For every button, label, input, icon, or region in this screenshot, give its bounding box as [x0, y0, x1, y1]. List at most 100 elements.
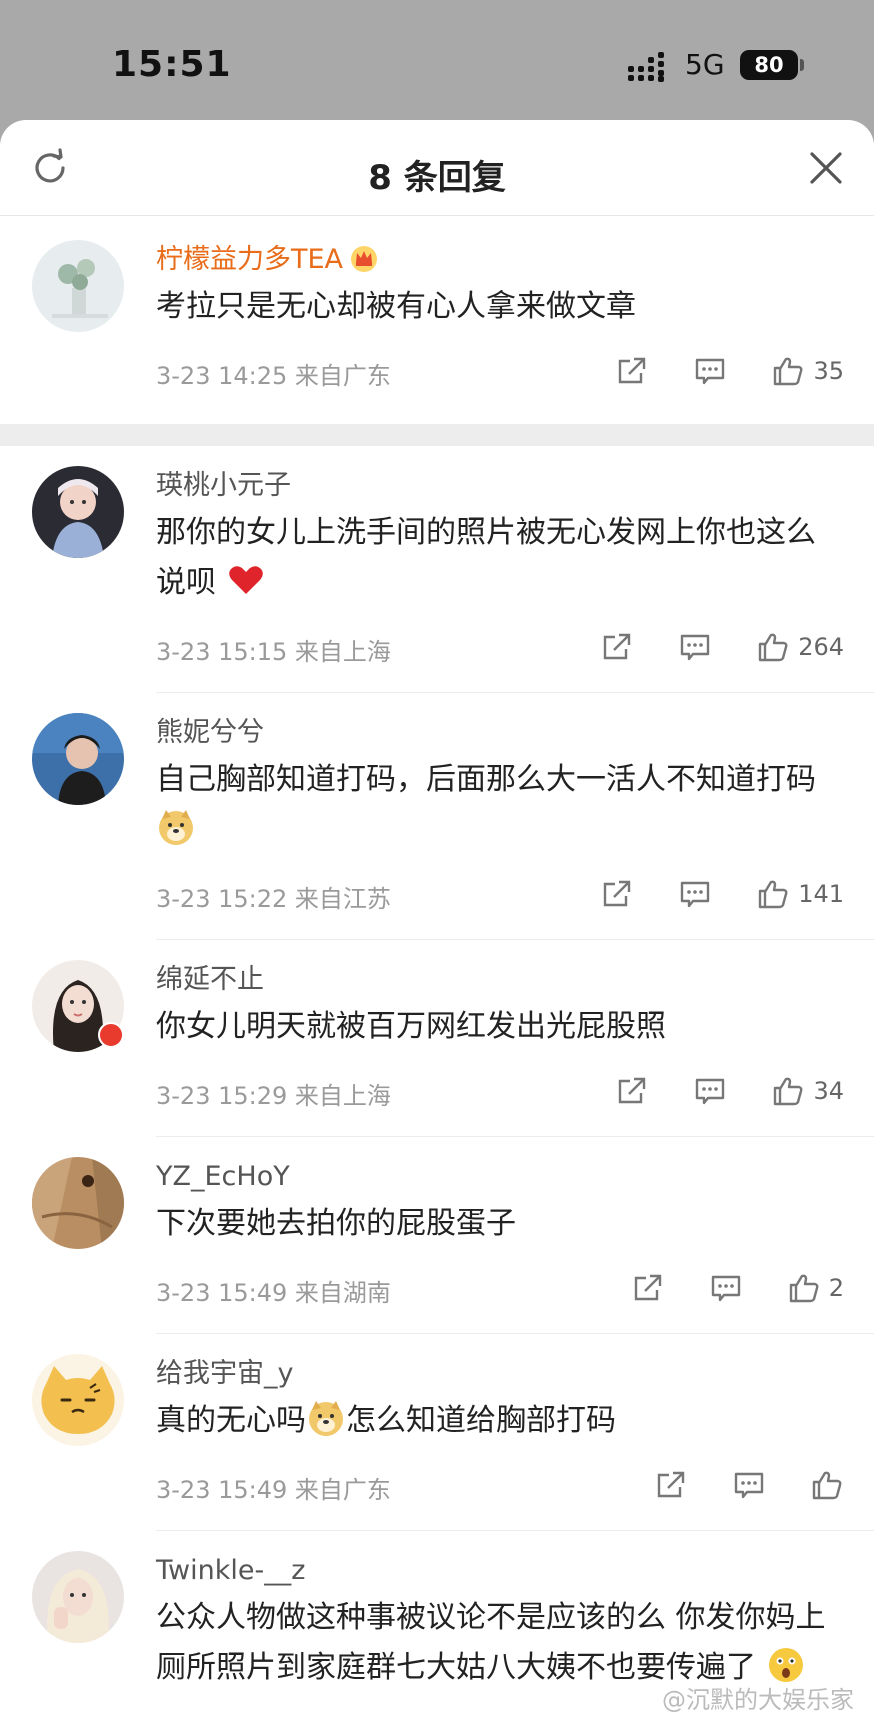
comment-button[interactable] [732, 1468, 766, 1502]
comment-actions: 34 [571, 1066, 844, 1116]
comment-item: 瑛桃小元子 那你的女儿上洗手间的照片被无心发网上你也这么说呗 3-23 15:1… [0, 446, 874, 693]
comment-meta: 3-23 15:49 来自湖南 2 [156, 1263, 844, 1313]
comment-button[interactable] [693, 1074, 727, 1108]
battery-icon: 80 [740, 50, 798, 80]
thumbs-up-icon [789, 1274, 819, 1303]
comment-icon [696, 1078, 725, 1105]
comment-button[interactable] [693, 354, 727, 388]
battery-cap [800, 59, 804, 71]
comment-text: 自己胸部知道打码，后面那么大一活人不知道打码 [156, 755, 844, 855]
crown-badge-icon [351, 246, 378, 272]
comment-meta: 3-23 14:25 来自广东 35 [156, 346, 844, 396]
comment-text: 下次要她去拍你的屁股蛋子 [156, 1206, 516, 1241]
doge-emoji [159, 810, 193, 845]
comment-item: YZ_EcHoY 下次要她去拍你的屁股蛋子 3-23 15:49 来自湖南 2 [0, 1137, 874, 1334]
username[interactable]: 柠檬益力多TEA [156, 240, 844, 280]
like-count: 2 [828, 1274, 844, 1302]
network-label: 5G [685, 48, 725, 81]
close-icon[interactable] [808, 150, 844, 186]
comment-button[interactable] [709, 1271, 743, 1305]
like-button[interactable]: 35 [771, 354, 844, 388]
avatar[interactable] [32, 1551, 124, 1643]
avatar[interactable] [32, 713, 124, 805]
comment-text: 真的无心吗 怎么知道给胸部打码 [156, 1396, 844, 1446]
doge-emoji [309, 1401, 343, 1436]
username[interactable]: YZ_EcHoY [156, 1157, 844, 1197]
comment-time-location: 3-23 15:15 来自上海 [156, 638, 391, 666]
comment-button[interactable] [678, 630, 712, 664]
share-icon [619, 357, 646, 384]
comment-icon [734, 1472, 764, 1499]
like-button[interactable]: 2 [787, 1271, 844, 1305]
comment-actions: 2 [587, 1263, 844, 1313]
share-icon [657, 1471, 685, 1498]
username-text[interactable]: 柠檬益力多TEA [156, 244, 343, 275]
avatar[interactable] [32, 1157, 124, 1249]
like-count: 35 [813, 357, 844, 385]
comment-text: 考拉只是无心却被有心人拿来做文章 [156, 289, 636, 324]
comment-actions: 35 [571, 346, 844, 396]
like-button[interactable]: 141 [756, 877, 844, 911]
signal-icon [628, 52, 664, 82]
comment-item: 给我宇宙_y 真的无心吗 怎么知道给胸部打码 3-23 15:49 来自广东 [0, 1334, 874, 1531]
comment-item: Twinkle-__z 公众人物做这种事被议论不是应该的么 你发你妈上厕所照片到… [0, 1531, 874, 1693]
comment-item: 熊妮兮兮 自己胸部知道打码，后面那么大一活人不知道打码 3-23 15:22 来… [0, 693, 874, 940]
comment-time-location: 3-23 15:22 来自江苏 [156, 885, 391, 913]
page-title: 8 条回复 [368, 158, 506, 198]
username[interactable]: Twinkle-__z [156, 1551, 844, 1591]
comment-text: 你女儿明天就被百万网红发出光屁股照 [156, 1009, 666, 1044]
replies-sheet: 8 条回复 柠檬益力多TEA 考拉只是无心却被有心人拿来做文章 3-23 14:… [0, 120, 874, 1716]
thumbs-up-icon [774, 357, 803, 386]
shocked-emoji [768, 1648, 803, 1682]
like-button[interactable] [810, 1468, 844, 1502]
comment-icon [696, 358, 725, 385]
sheet-header: 8 条回复 [0, 120, 874, 216]
verified-badge-icon [98, 1022, 124, 1048]
comment-item: 柠檬益力多TEA 考拉只是无心却被有心人拿来做文章 3-23 14:25 来自广… [0, 216, 874, 424]
comment-time-location: 3-23 15:49 来自广东 [156, 1476, 391, 1504]
username[interactable]: 瑛桃小元子 [156, 466, 844, 506]
share-button[interactable] [600, 630, 634, 664]
status-bar: 15:51 5G 80 [0, 0, 874, 120]
red-heart-emoji [228, 566, 263, 594]
watermark: @沉默的大娱乐家 [662, 1686, 854, 1714]
username[interactable]: 绵延不止 [156, 960, 844, 1000]
comment-icon [680, 634, 710, 661]
share-button[interactable] [654, 1468, 688, 1502]
share-button[interactable] [600, 877, 634, 911]
comment-meta: 3-23 15:49 来自广东 [156, 1460, 844, 1510]
username[interactable]: 熊妮兮兮 [156, 713, 844, 753]
like-button[interactable]: 34 [771, 1074, 844, 1108]
share-icon [634, 1274, 661, 1301]
share-button[interactable] [615, 354, 649, 388]
comment-text-part-a: 真的无心吗 [156, 1403, 306, 1438]
like-count: 141 [798, 880, 844, 908]
like-button[interactable]: 264 [756, 630, 844, 664]
avatar[interactable] [32, 1354, 124, 1446]
thumbs-up-icon [758, 880, 788, 909]
comment-meta: 3-23 15:22 来自江苏 141 [156, 869, 844, 919]
share-icon [603, 880, 631, 907]
like-count: 264 [798, 633, 844, 661]
comment-text-part-b: 怎么知道给胸部打码 [346, 1403, 616, 1438]
comment-time-location: 3-23 15:49 来自湖南 [156, 1279, 391, 1307]
avatar[interactable] [32, 466, 124, 558]
thumbs-up-icon [758, 633, 788, 662]
comment-meta: 3-23 15:29 来自上海 34 [156, 1066, 844, 1116]
comment-button[interactable] [678, 877, 712, 911]
comment-text: 公众人物做这种事被议论不是应该的么 你发你妈上厕所照片到家庭群七大姑八大姨不也要… [156, 1593, 844, 1693]
comment-text-content: 自己胸部知道打码，后面那么大一活人不知道打码 [156, 762, 816, 797]
comment-text-content: 公众人物做这种事被议论不是应该的么 你发你妈上厕所照片到家庭群七大姑八大姨不也要… [156, 1600, 826, 1685]
username[interactable]: 给我宇宙_y [156, 1354, 844, 1394]
comment-time-location: 3-23 14:25 来自广东 [156, 362, 391, 390]
share-icon [619, 1077, 646, 1104]
avatar[interactable] [32, 240, 124, 332]
share-button[interactable] [615, 1074, 649, 1108]
comment-actions [610, 1460, 844, 1510]
comment-time-location: 3-23 15:29 来自上海 [156, 1082, 391, 1110]
comment-icon [711, 1275, 740, 1302]
thumbs-up-icon [774, 1077, 803, 1106]
share-button[interactable] [631, 1271, 665, 1305]
section-separator [0, 424, 874, 446]
comment-actions: 141 [556, 869, 844, 919]
